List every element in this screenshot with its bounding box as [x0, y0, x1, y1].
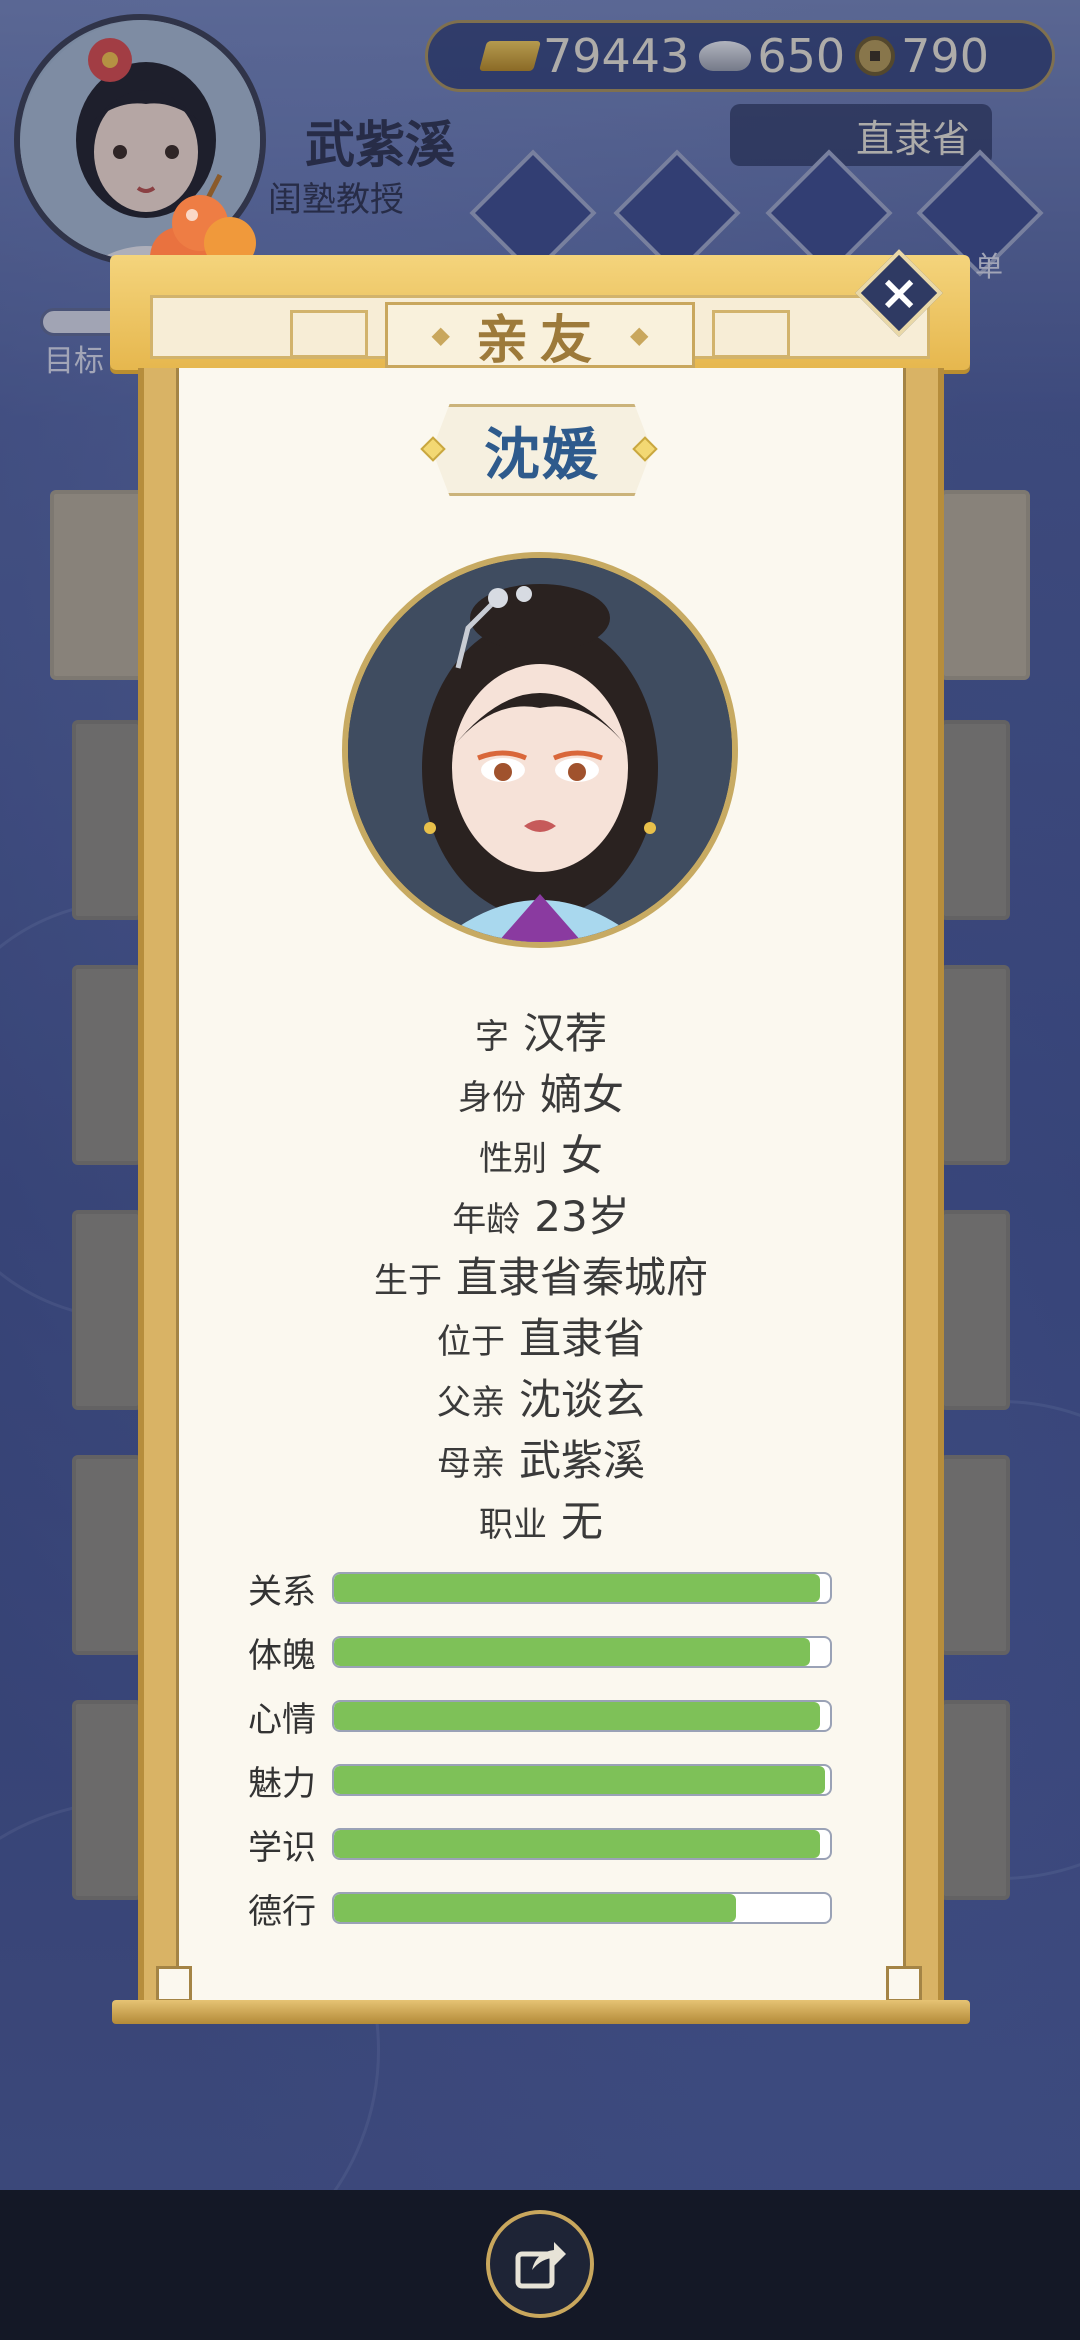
stat-bar-fill: [334, 1638, 811, 1666]
info-row-status: 身份 嫡女: [176, 1061, 906, 1122]
info-label: 母亲: [436, 1444, 505, 1484]
tab-decoration-right: [712, 310, 790, 358]
info-value: 直隶省: [518, 1314, 645, 1363]
info-label: 父亲: [436, 1383, 505, 1423]
stat-label: 心情: [248, 1699, 316, 1740]
title-ornament-icon: ◆: [630, 321, 649, 349]
info-value: 23岁: [534, 1192, 630, 1241]
scroll-corner: [156, 1966, 192, 2002]
character-info-list: 字 汉荐 身份 嫡女 性别 女 年龄 23岁 生于 直隶省秦城府 位于 直隶省 …: [176, 1000, 906, 1549]
share-icon: [515, 2242, 566, 2289]
stat-label: 关系: [248, 1571, 316, 1612]
stat-bar: [332, 1892, 832, 1924]
title-ornament-icon: ◆: [431, 321, 450, 349]
stat-label: 学识: [248, 1827, 316, 1868]
stat-relationship: 关系: [248, 1556, 838, 1620]
info-value: 汉荐: [522, 1009, 607, 1058]
stat-label: 魅力: [248, 1763, 316, 1804]
stat-bar-fill: [334, 1894, 736, 1922]
dialog-title-text: 亲友: [475, 310, 604, 371]
info-row-birthplace: 生于 直隶省秦城府: [176, 1244, 906, 1305]
stat-bar-fill: [334, 1766, 826, 1794]
info-label: 位于: [436, 1322, 505, 1362]
stat-charm: 魅力: [248, 1748, 838, 1812]
stat-bar: [332, 1828, 832, 1860]
info-row-courtesy-name: 字 汉荐: [176, 1000, 906, 1061]
scroll-corner: [886, 1966, 922, 2002]
stat-bar: [332, 1572, 832, 1604]
stat-label: 体魄: [248, 1635, 316, 1676]
info-value: 无: [560, 1497, 603, 1546]
info-row-father: 父亲 沈谈玄: [176, 1366, 906, 1427]
scroll-bottom-rod: [112, 2000, 970, 2024]
stat-label: 德行: [248, 1891, 316, 1932]
info-label: 年龄: [452, 1200, 521, 1240]
character-name-plate: 沈媛: [432, 404, 652, 496]
stat-bar: [332, 1764, 832, 1796]
info-row-age: 年龄 23岁: [176, 1183, 906, 1244]
character-name: 沈媛: [484, 422, 600, 488]
info-value: 直隶省秦城府: [455, 1253, 708, 1302]
info-label: 身份: [457, 1078, 526, 1118]
info-value: 嫡女: [539, 1070, 624, 1119]
info-value: 女: [560, 1131, 603, 1180]
character-portrait: [342, 552, 738, 948]
stat-virtue: 德行: [248, 1876, 838, 1940]
stat-physique: 体魄: [248, 1620, 838, 1684]
dialog-tab-title: ◆ 亲友 ◆: [385, 302, 695, 371]
stat-mood: 心情: [248, 1684, 838, 1748]
stat-bar-fill: [334, 1574, 821, 1602]
info-label: 生于: [373, 1261, 442, 1301]
stat-bar: [332, 1636, 832, 1668]
info-row-gender: 性别 女: [176, 1122, 906, 1183]
stat-bar: [332, 1700, 832, 1732]
info-label: 性别: [478, 1139, 547, 1179]
info-row-location: 位于 直隶省: [176, 1305, 906, 1366]
info-row-occupation: 职业 无: [176, 1488, 906, 1549]
info-label: 字: [474, 1017, 509, 1057]
stat-bar-fill: [334, 1702, 821, 1730]
tab-decoration-left: [290, 310, 368, 358]
close-icon: ×: [878, 265, 920, 321]
share-button[interactable]: [486, 2210, 594, 2318]
info-value: 沈谈玄: [518, 1375, 645, 1424]
info-value: 武紫溪: [518, 1436, 645, 1485]
stat-bar-fill: [334, 1830, 821, 1858]
character-stats: 关系 体魄 心情 魅力 学识 德行: [248, 1556, 838, 1940]
info-row-mother: 母亲 武紫溪: [176, 1427, 906, 1488]
stat-knowledge: 学识: [248, 1812, 838, 1876]
info-label: 职业: [478, 1505, 547, 1545]
